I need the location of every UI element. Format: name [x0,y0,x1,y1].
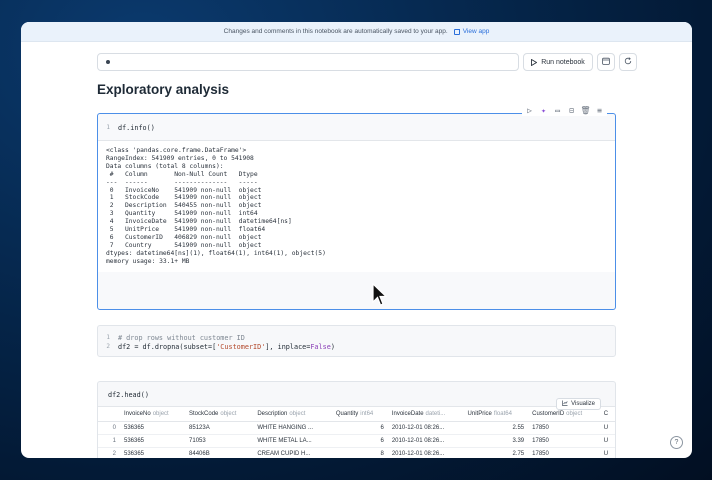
line-number: 2 [106,343,110,350]
refresh-icon [624,57,632,67]
more-menu-icon[interactable]: ≡ [595,106,604,115]
table-row: 1 536365 71053 WHITE METAL LA... 6 2010-… [98,434,615,448]
line-number: 1 [106,334,110,341]
visualize-button[interactable]: Visualize [556,398,601,410]
table-row: 0 536365 85123A WHITE HANGING ... 6 2010… [98,421,615,435]
run-notebook-label: Run notebook [541,58,585,66]
chart-icon [562,400,568,408]
dataframe-table: InvoiceNo object StockCode object Descript… [98,407,615,458]
mouse-cursor-icon [372,282,388,312]
view-app-link[interactable]: View app [453,28,490,35]
ai-assist-icon[interactable]: ✦ [539,106,548,115]
run-cell-icon[interactable]: ▷ [525,106,534,115]
column-header[interactable]: UnitPrice float64 [463,407,529,422]
code-text: df.info() [118,123,155,132]
notebook-title-input[interactable] [97,53,519,71]
cell-output: <class 'pandas.core.frame.DataFrame'> Ra… [98,140,615,272]
help-icon: ? [674,439,679,446]
index-header [98,407,120,422]
run-notebook-button[interactable]: Run notebook [523,53,593,71]
notebook-window: Changes and comments in this notebook ar… [21,22,692,458]
line-number: 1 [106,124,110,131]
code-cell-info[interactable]: ▷ ✦ ▭ ⊟ 🗑 ≡ 1 df.info() <class 'pandas.c… [97,105,616,310]
status-dot [106,60,110,64]
code-comment: # drop rows without customer ID [118,333,245,342]
column-header[interactable]: InvoiceNo object [120,407,186,422]
calendar-icon [602,57,610,67]
column-header[interactable]: StockCode object [185,407,254,422]
help-button[interactable]: ? [670,436,683,449]
code-text: df2 = df.dropna(subset=['CustomerID'], i… [118,342,335,351]
refresh-button[interactable] [619,53,637,71]
column-header[interactable]: Quantity int64 [331,407,388,422]
page-title: Exploratory analysis [97,82,230,97]
code-line: df2.head() [108,390,615,399]
column-header[interactable]: C [599,407,615,422]
external-link-icon [453,28,460,35]
column-header[interactable]: Description object [253,407,332,422]
autosave-banner: Changes and comments in this notebook ar… [21,22,692,42]
banner-message: Changes and comments in this notebook ar… [223,28,448,35]
column-header[interactable]: InvoiceDate dateti... [387,407,464,422]
code-cell-head[interactable]: df2.head() Visualize InvoiceNo object Sto… [97,381,616,458]
code-text: df2.head() [108,390,149,399]
table-row: 2 536365 84406B CREAM CUPID H... 8 2010-… [98,447,615,458]
table-header-row: InvoiceNo object StockCode object Descript… [98,407,615,422]
notebook-toolbar: Run notebook [97,53,637,72]
delete-icon[interactable]: 🗑 [580,106,590,115]
code-line: 1 # drop rows without customer ID [98,333,615,342]
code-cell-dropna[interactable]: 1 # drop rows without customer ID 2 df2 … [97,325,616,357]
code-line: 2 df2 = df.dropna(subset=['CustomerID'],… [98,342,615,351]
cell-toolbar: ▷ ✦ ▭ ⊟ 🗑 ≡ [522,105,607,116]
schedule-button[interactable] [597,53,615,71]
comment-icon[interactable]: ▭ [553,106,562,115]
dataframe-output: Visualize InvoiceNo object StockCode objec… [98,398,615,458]
view-app-label: View app [462,28,490,35]
play-icon [531,58,538,66]
code-line: 1 df.info() [98,123,615,132]
cell-output-icon[interactable]: ⊟ [567,106,576,115]
